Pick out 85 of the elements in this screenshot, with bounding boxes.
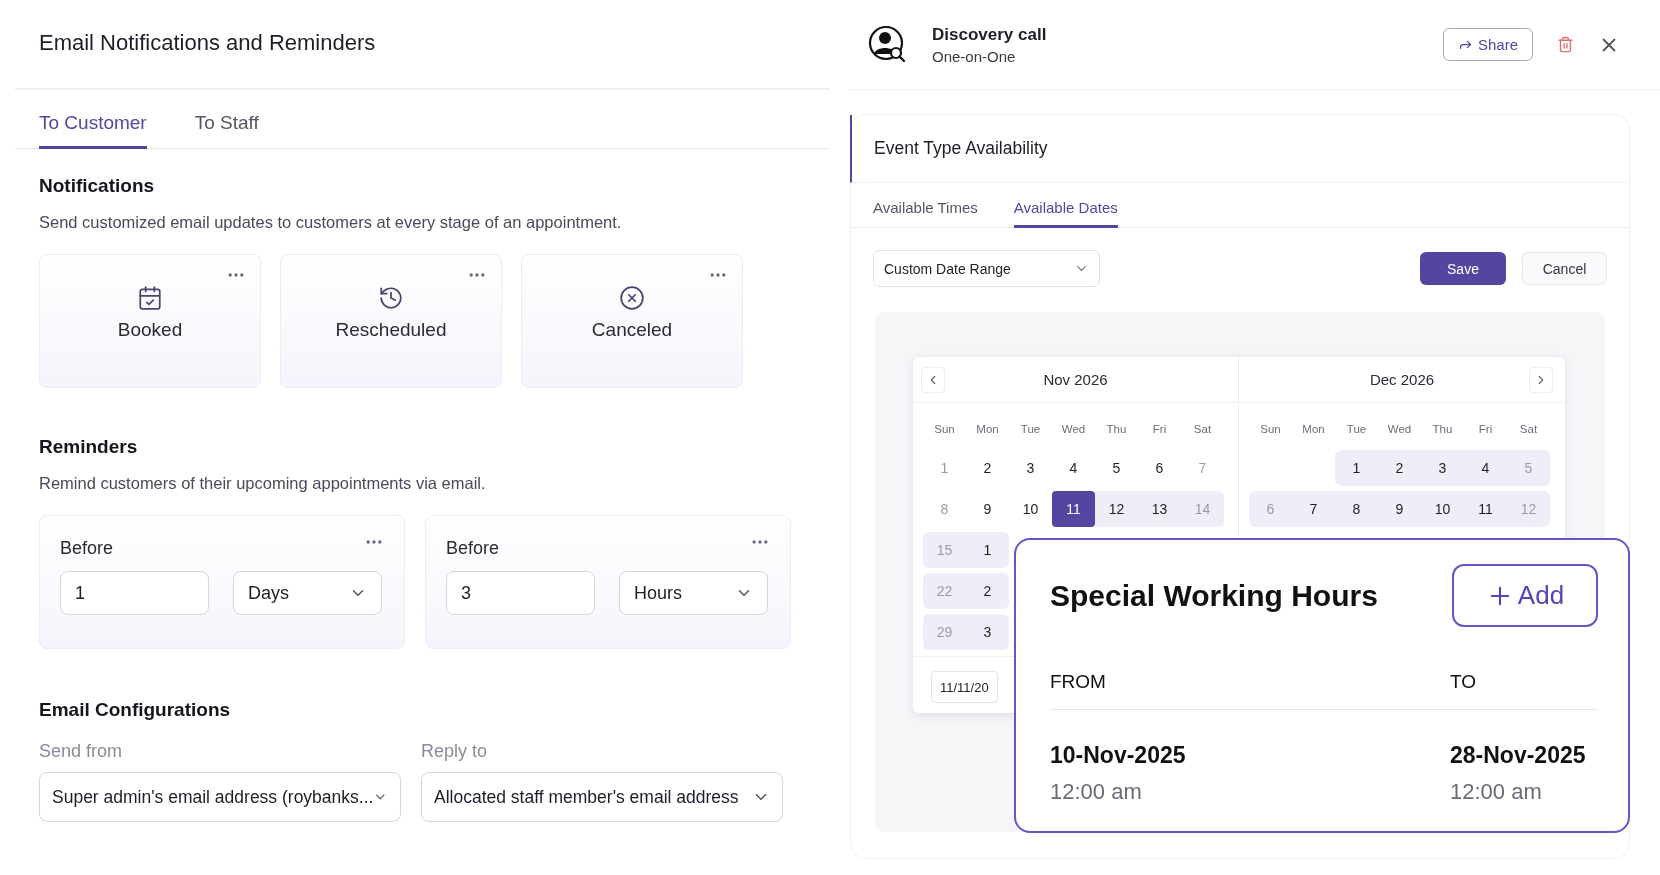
- field-label: Reply to: [421, 741, 489, 762]
- calendar-day[interactable]: 3: [966, 614, 1009, 650]
- calendar-day[interactable]: 9: [1378, 491, 1421, 527]
- calendar-day[interactable]: 11: [1052, 491, 1095, 527]
- weekday-label: Sun: [1259, 422, 1282, 437]
- calendar-day[interactable]: 2: [1378, 450, 1421, 486]
- calendar-day[interactable]: 13: [1138, 491, 1181, 527]
- tab[interactable]: To Customer: [39, 90, 147, 149]
- reminder-label: Before: [60, 538, 114, 559]
- notification-card[interactable]: Booked: [39, 254, 261, 388]
- share-button[interactable]: Share: [1442, 28, 1533, 61]
- user-search-icon: [868, 24, 908, 65]
- section-description: Remind customers of their upcoming appointments via email.: [39, 474, 487, 493]
- from-date: 10-Nov-2025: [1050, 742, 1187, 769]
- email-select[interactable]: Allocated staff member's email address: [421, 772, 783, 822]
- card-label: Canceled: [591, 319, 673, 341]
- section-heading: Reminders: [39, 436, 139, 458]
- calendar-day[interactable]: 1: [966, 532, 1009, 568]
- weekday-label: Thu: [1105, 422, 1128, 437]
- save-button[interactable]: Save: [1420, 252, 1506, 285]
- weekday-label: Mon: [1301, 422, 1326, 437]
- email-select[interactable]: Super admin's email address (roybanks...: [39, 772, 401, 822]
- cancel-button[interactable]: Cancel: [1522, 252, 1607, 285]
- section-heading: Email Configurations: [39, 699, 232, 721]
- calendar-check-icon: [137, 285, 163, 311]
- add-button[interactable]: Add: [1452, 564, 1598, 627]
- number-field[interactable]: 3: [446, 571, 595, 615]
- tab[interactable]: Available Dates: [1013, 183, 1118, 228]
- weekday-label: Mon: [975, 422, 1000, 437]
- weekday-label: Sun: [933, 422, 956, 437]
- calendar-day[interactable]: 2: [966, 450, 1009, 486]
- weekday-label: Tue: [1019, 422, 1042, 437]
- calendar-day[interactable]: 1: [1335, 450, 1378, 486]
- clock-history-icon: [378, 285, 404, 311]
- weekday-label: Fri: [1151, 422, 1168, 437]
- tab[interactable]: Available Times: [873, 183, 978, 228]
- calendar-day[interactable]: 4: [1052, 450, 1095, 486]
- column-header: TO: [1450, 671, 1598, 710]
- weekday-label: Wed: [1060, 422, 1087, 437]
- unit-select[interactable]: Hours: [619, 571, 768, 615]
- notification-card[interactable]: Canceled: [521, 254, 743, 388]
- unit-select[interactable]: Days: [233, 571, 382, 615]
- month-title: Dec 2026: [1368, 371, 1436, 388]
- field-label: Send from: [39, 741, 124, 762]
- calendar-day[interactable]: 9: [966, 491, 1009, 527]
- event-title: Discovery call: [932, 24, 1048, 45]
- card-title: Special Working Hours: [1050, 578, 1378, 613]
- calendar-day[interactable]: 11: [1464, 491, 1507, 527]
- weekday-label: Wed: [1386, 422, 1413, 437]
- calendar-day[interactable]: 2: [966, 573, 1009, 609]
- card-label: Booked: [117, 319, 183, 341]
- tab[interactable]: To Staff: [194, 90, 259, 149]
- reminder-label: Before: [446, 538, 500, 559]
- event-type: One-on-One: [932, 47, 1017, 65]
- card-label: Rescheduled: [335, 319, 447, 341]
- month-title: Nov 2026: [1042, 371, 1109, 388]
- calendar-day[interactable]: 7: [1292, 491, 1335, 527]
- date-field[interactable]: 11/11/20: [931, 671, 998, 703]
- weekday-label: Tue: [1345, 422, 1368, 437]
- weekday-label: Sat: [1518, 422, 1539, 437]
- number-field[interactable]: 1: [60, 571, 209, 615]
- from-time: 12:00 am: [1050, 779, 1143, 805]
- weekday-label: Thu: [1431, 422, 1454, 437]
- column-header: FROM: [1050, 671, 1450, 710]
- page-title: Email Notifications and Reminders: [39, 30, 377, 56]
- calendar-day[interactable]: 5: [1095, 450, 1138, 486]
- calendar-day[interactable]: 3: [1009, 450, 1052, 486]
- notification-card[interactable]: Rescheduled: [280, 254, 502, 388]
- delete-button[interactable]: [1557, 36, 1574, 53]
- section-description: Send customized email updates to customers at every stage of an appointment.: [39, 213, 623, 232]
- calendar-day[interactable]: 8: [1335, 491, 1378, 527]
- calendar-day[interactable]: 10: [1421, 491, 1464, 527]
- calendar-day[interactable]: 12: [1095, 491, 1138, 527]
- date-range-select[interactable]: Custom Date Range: [873, 250, 1100, 287]
- to-time: 12:00 am: [1450, 779, 1543, 805]
- to-date: 28-Nov-2025: [1450, 742, 1587, 769]
- calendar-day[interactable]: 4: [1464, 450, 1507, 486]
- card-title: Event Type Availability: [874, 138, 1048, 159]
- calendar-day[interactable]: 6: [1138, 450, 1181, 486]
- calendar-day[interactable]: 10: [1009, 491, 1052, 527]
- calendar-day[interactable]: 3: [1421, 450, 1464, 486]
- weekday-label: Fri: [1477, 422, 1494, 437]
- circle-x-icon: [619, 285, 645, 311]
- weekday-label: Sat: [1192, 422, 1213, 437]
- section-heading: Notifications: [39, 175, 156, 197]
